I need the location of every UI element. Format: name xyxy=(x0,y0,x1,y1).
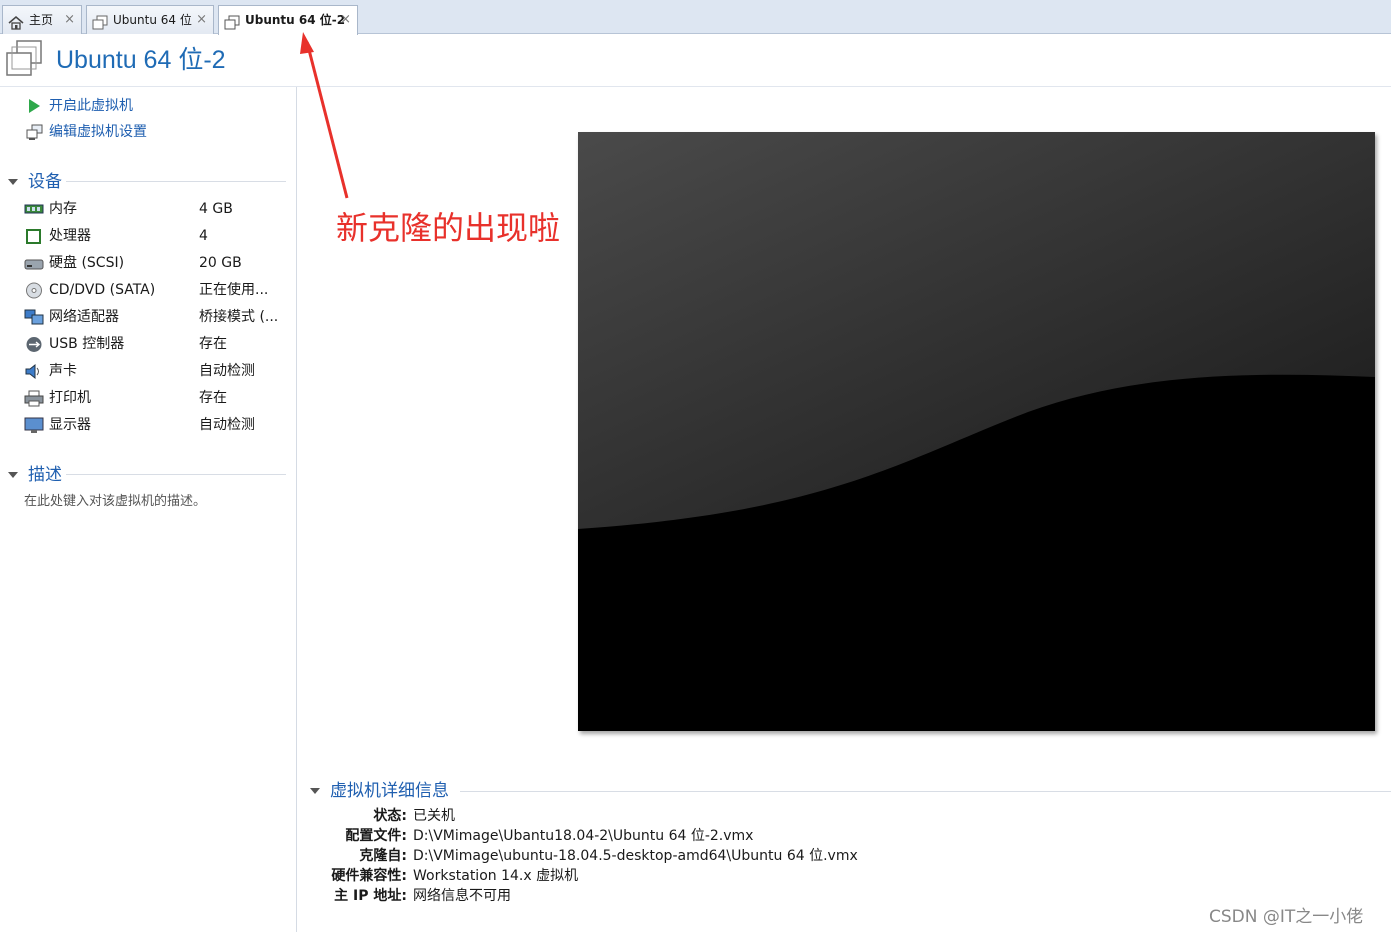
harddisk-icon xyxy=(24,255,44,272)
detail-key: 配置文件: xyxy=(345,828,407,844)
section-divider xyxy=(66,181,286,182)
device-cpu[interactable]: 处理器 4 xyxy=(24,223,294,250)
vm-icon xyxy=(92,12,109,40)
detail-key: 克隆自: xyxy=(359,848,407,864)
device-cd-dvd[interactable]: CD/DVD (SATA) 正在使用... xyxy=(24,277,294,304)
detail-row-ip: 主 IP 地址: 网络信息不可用 xyxy=(300,886,1300,906)
page-title: Ubuntu 64 位-2 xyxy=(56,46,226,74)
section-divider xyxy=(460,791,1391,792)
device-value: 4 xyxy=(199,228,208,244)
tab-home[interactable]: 主页 × xyxy=(2,5,82,34)
detail-value: D:\VMimage\ubuntu-18.04.5-desktop-amd64\… xyxy=(413,848,858,864)
close-icon[interactable]: × xyxy=(64,6,75,34)
device-value: 20 GB xyxy=(199,255,242,271)
device-value: 桥接模式 (... xyxy=(199,309,279,325)
vm-large-icon xyxy=(4,39,44,83)
usb-icon xyxy=(24,336,44,353)
device-name: 网络适配器 xyxy=(49,309,119,325)
panel-divider xyxy=(296,87,297,932)
section-divider xyxy=(66,474,286,475)
cpu-icon xyxy=(24,228,44,245)
device-value: 存在 xyxy=(199,390,227,406)
device-usb[interactable]: USB 控制器 存在 xyxy=(24,331,294,358)
device-name: 打印机 xyxy=(49,390,91,406)
edit-settings-button[interactable]: 编辑虚拟机设置 xyxy=(26,121,147,143)
vm-preview-thumbnail[interactable] xyxy=(578,132,1375,731)
printer-icon xyxy=(24,390,44,407)
annotation-text: 新克隆的出现啦 xyxy=(336,209,561,247)
description-field[interactable]: 在此处键入对该虚拟机的描述。 xyxy=(24,490,206,509)
power-on-label: 开启此虚拟机 xyxy=(49,98,133,114)
device-harddisk[interactable]: 硬盘 (SCSI) 20 GB xyxy=(24,250,294,277)
device-monitor[interactable]: 显示器 自动检测 xyxy=(24,412,294,439)
title-divider xyxy=(0,86,1391,87)
detail-row-config-file: 配置文件: D:\VMimage\Ubantu18.04-2\Ubuntu 64… xyxy=(300,826,1300,846)
device-value: 正在使用... xyxy=(199,282,269,298)
devices-heading: 设备 xyxy=(28,172,62,192)
vm-icon xyxy=(224,12,241,40)
annotation-arrow-icon xyxy=(300,32,349,199)
edit-settings-label: 编辑虚拟机设置 xyxy=(49,124,147,140)
cd-icon xyxy=(24,282,44,299)
detail-row-status: 状态: 已关机 xyxy=(300,806,1300,826)
collapse-icon xyxy=(310,788,320,794)
description-heading: 描述 xyxy=(28,465,62,485)
device-name: CD/DVD (SATA) xyxy=(49,282,156,298)
tab-ubuntu-64[interactable]: Ubuntu 64 位 × xyxy=(86,5,214,34)
device-name: 内存 xyxy=(49,201,77,217)
device-value: 4 GB xyxy=(199,201,233,217)
description-section-toggle[interactable]: 描述 xyxy=(8,463,62,487)
memory-icon xyxy=(24,201,44,218)
device-printer[interactable]: 打印机 存在 xyxy=(24,385,294,412)
detail-key: 硬件兼容性: xyxy=(331,868,407,884)
monitor-icon xyxy=(24,417,44,434)
detail-key: 状态: xyxy=(373,808,407,824)
home-icon xyxy=(8,12,24,40)
device-name: 显示器 xyxy=(49,417,91,433)
power-on-button[interactable]: 开启此虚拟机 xyxy=(26,95,133,117)
sound-icon xyxy=(24,363,44,380)
device-value: 存在 xyxy=(199,336,227,352)
device-value: 自动检测 xyxy=(199,417,255,433)
device-name: 硬盘 (SCSI) xyxy=(49,255,125,271)
collapse-icon xyxy=(8,179,18,185)
detail-row-compatibility: 硬件兼容性: Workstation 14.x 虚拟机 xyxy=(300,866,1300,886)
close-icon[interactable]: × xyxy=(196,6,207,34)
detail-value: 网络信息不可用 xyxy=(413,888,511,904)
device-memory[interactable]: 内存 4 GB xyxy=(24,196,294,223)
detail-row-cloned-from: 克隆自: D:\VMimage\ubuntu-18.04.5-desktop-a… xyxy=(300,846,1300,866)
devices-section-toggle[interactable]: 设备 xyxy=(8,170,62,194)
device-name: 处理器 xyxy=(49,228,91,244)
details-section-toggle[interactable]: 虚拟机详细信息 xyxy=(310,779,449,803)
details-heading: 虚拟机详细信息 xyxy=(330,781,449,801)
tab-label: 主页 xyxy=(29,13,54,27)
settings-icon xyxy=(26,124,44,148)
device-value: 自动检测 xyxy=(199,363,255,379)
device-name: 声卡 xyxy=(49,363,77,379)
detail-key: 主 IP 地址: xyxy=(334,888,407,904)
detail-value: 已关机 xyxy=(413,808,455,824)
tab-label: Ubuntu 64 位 xyxy=(113,13,192,27)
watermark: CSDN @IT之一小佬 xyxy=(1209,907,1364,927)
network-icon xyxy=(24,309,44,326)
detail-value: D:\VMimage\Ubantu18.04-2\Ubuntu 64 位-2.v… xyxy=(413,828,754,844)
detail-value: Workstation 14.x 虚拟机 xyxy=(413,868,579,884)
collapse-icon xyxy=(8,472,18,478)
device-network[interactable]: 网络适配器 桥接模式 (... xyxy=(24,304,294,331)
tab-bar: 主页 × Ubuntu 64 位 × Ubuntu 64 位-2 × xyxy=(0,0,1391,35)
device-sound[interactable]: 声卡 自动检测 xyxy=(24,358,294,385)
tab-label: Ubuntu 64 位-2 xyxy=(245,13,346,27)
play-icon xyxy=(26,98,42,121)
device-name: USB 控制器 xyxy=(49,336,125,352)
